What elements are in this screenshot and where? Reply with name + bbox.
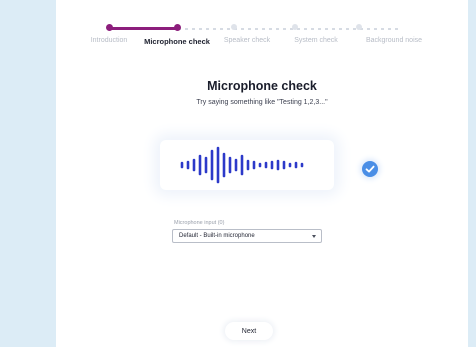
step-dot-background-noise — [356, 24, 362, 30]
step-dot-system-check — [292, 24, 298, 30]
step-dot-introduction — [106, 23, 113, 31]
setup-card: Introduction Microphone check Speaker ch… — [56, 0, 468, 347]
checkmark-circle-icon — [362, 161, 378, 177]
page-subtitle: Try saying something like "Testing 1,2,3… — [196, 99, 328, 106]
step-speaker-check[interactable]: Speaker check — [224, 37, 270, 44]
waveform-icon — [180, 146, 304, 184]
step-system-check[interactable]: System check — [294, 37, 338, 44]
microphone-select[interactable]: Default - Built-in microphone — [172, 229, 322, 243]
microphone-field-label: Microphone input (0) — [174, 220, 225, 226]
step-dot-speaker-check — [231, 24, 237, 30]
microphone-select-value: Default - Built-in microphone — [179, 233, 255, 239]
page-title: Microphone check — [207, 79, 317, 93]
stepper-progress — [108, 27, 178, 30]
audio-waveform-panel — [160, 140, 334, 190]
step-dot-microphone-check — [174, 23, 181, 31]
step-introduction[interactable]: Introduction — [91, 37, 128, 44]
step-microphone-check[interactable]: Microphone check — [144, 37, 210, 46]
progress-stepper: Introduction Microphone check Speaker ch… — [56, 22, 468, 52]
step-background-noise[interactable]: Background noise — [366, 37, 422, 44]
chevron-down-icon — [312, 235, 316, 238]
next-button[interactable]: Next — [225, 322, 273, 340]
